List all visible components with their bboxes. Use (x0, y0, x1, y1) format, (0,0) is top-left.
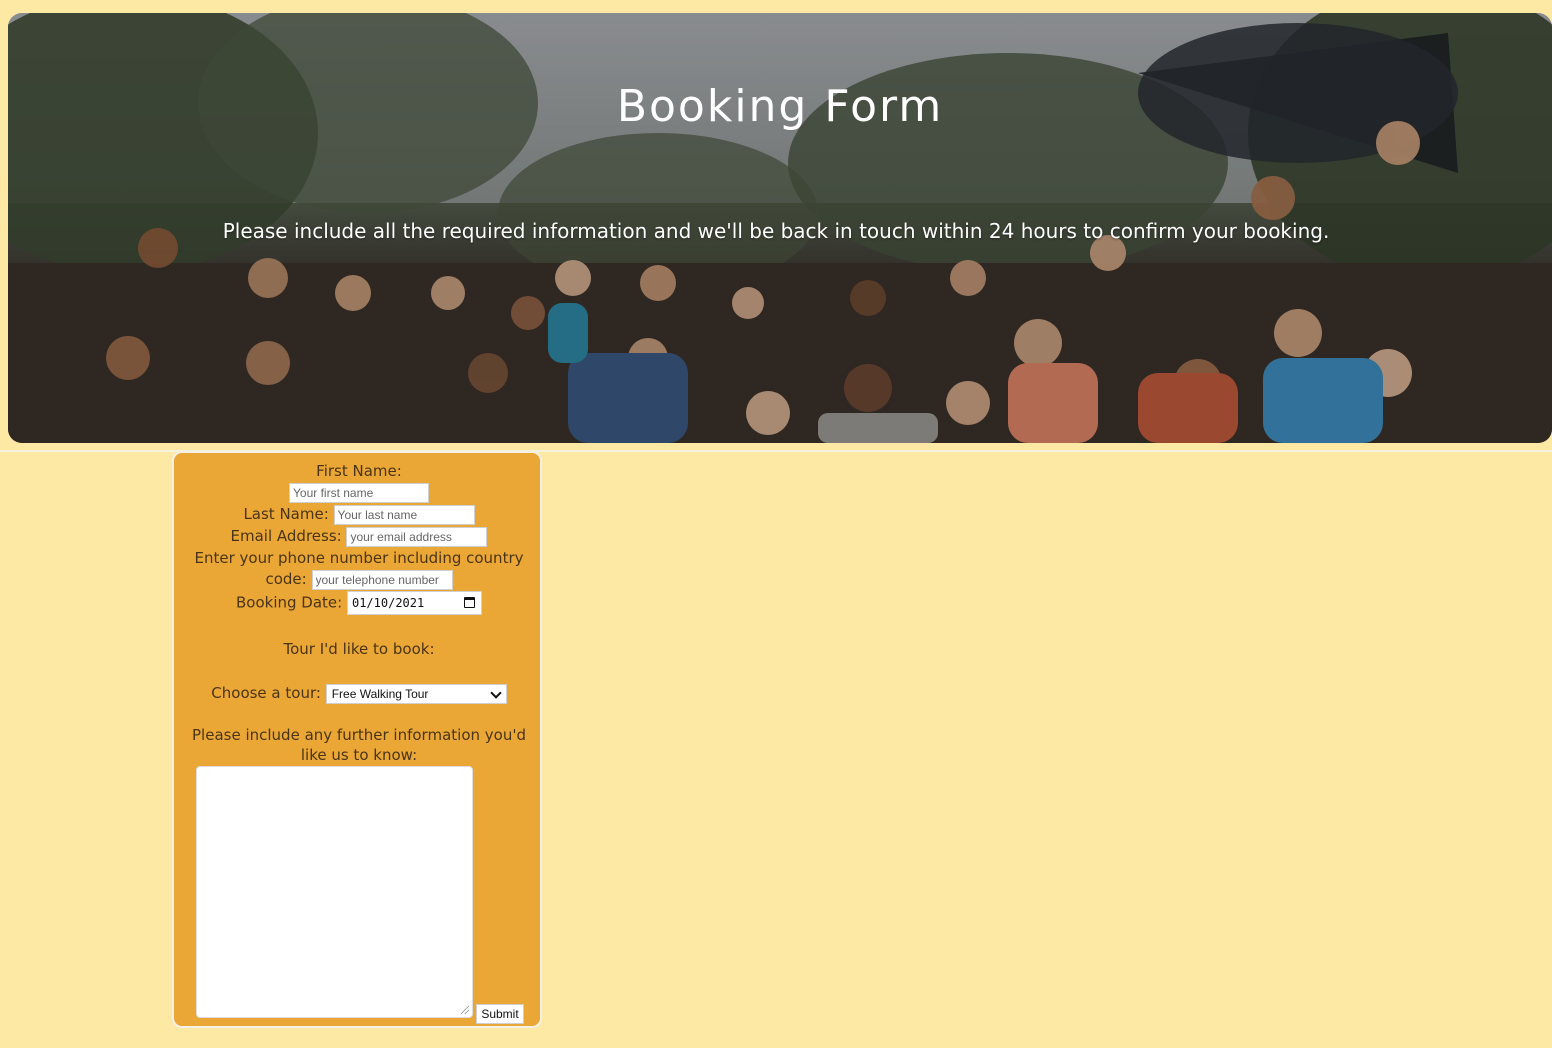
booking-date-label: Booking Date: (236, 593, 343, 612)
first-name-input[interactable] (289, 482, 429, 503)
choose-tour-label: Choose a tour: (211, 684, 321, 702)
last-name-input[interactable] (333, 504, 475, 525)
page-subtitle: Please include all the required informat… (222, 219, 1330, 243)
last-name-label: Last Name: (243, 505, 329, 523)
booking-date-input[interactable]: 01/10/2021 (346, 591, 482, 615)
phone-label-line1: Enter your phone number including countr… (194, 549, 524, 567)
chevron-down-icon (490, 686, 502, 699)
top-strip (0, 0, 1552, 8)
further-info-label-line1: Please include any further information y… (192, 726, 526, 744)
booking-form: First Name: Last Name: Email Address: En… (172, 451, 542, 1028)
email-label: Email Address: (230, 527, 342, 545)
page-title: Booking Form (616, 81, 944, 132)
tour-heading: Tour I'd like to book: (283, 640, 435, 658)
phone-input[interactable] (311, 569, 453, 590)
phone-label-line2: code: (265, 570, 307, 588)
further-info-textarea[interactable] (196, 766, 473, 1018)
resize-handle-icon[interactable] (461, 1006, 469, 1014)
hero-banner: Booking Form Please include all the requ… (8, 13, 1552, 443)
submit-button[interactable]: Submit (476, 1004, 524, 1024)
first-name-label: First Name: (316, 462, 402, 480)
calendar-icon[interactable] (463, 597, 475, 608)
tour-selected-value: Free Walking Tour (331, 686, 429, 701)
tour-select[interactable]: Free Walking Tour (325, 683, 507, 704)
email-input[interactable] (346, 526, 488, 547)
booking-date-value: 01/10/2021 (351, 596, 425, 610)
further-info-label-line2: like us to know: (300, 746, 418, 764)
